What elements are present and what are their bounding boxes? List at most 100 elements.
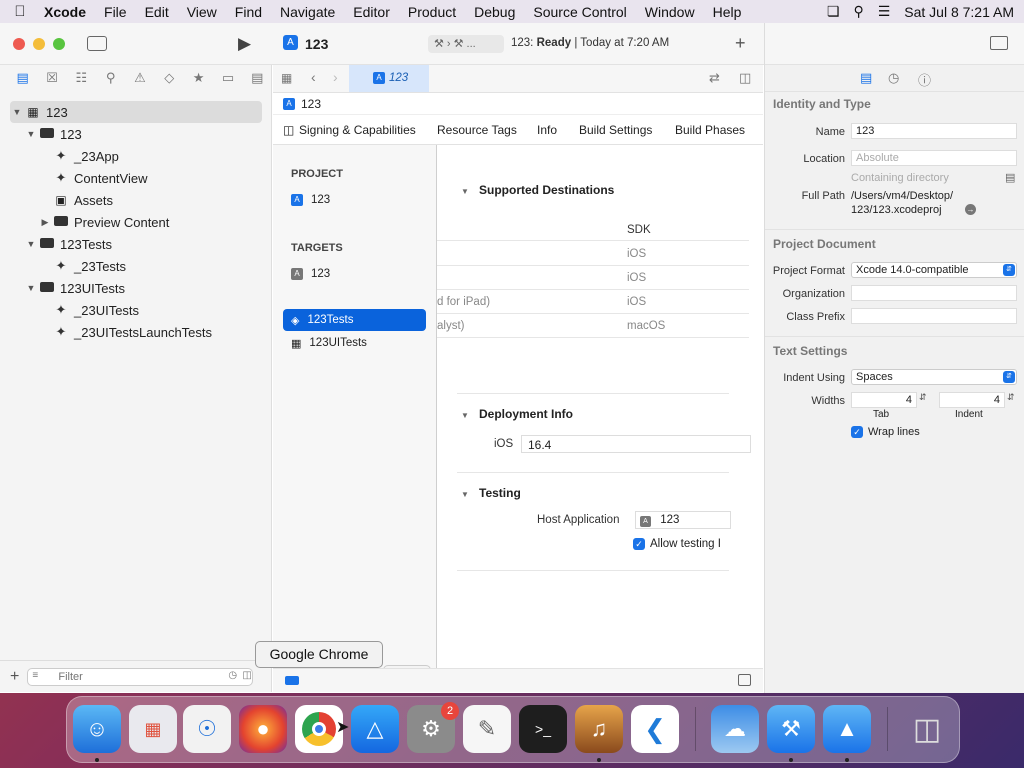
menu-navigate[interactable]: Navigate [271,4,344,20]
tab-info[interactable]: Info [537,123,557,137]
help-inspector-icon[interactable]: ⓘ [918,70,931,89]
trash-icon[interactable]: ◫ [903,705,951,753]
textedit-icon[interactable]: ✎ [463,705,511,753]
menu-find[interactable]: Find [226,4,271,20]
menu-help[interactable]: Help [704,4,751,20]
add-file-icon[interactable]: + [10,668,19,686]
weather-icon[interactable]: ☁ [711,705,759,753]
panel-toggle-icon[interactable]: ◫ [283,123,294,137]
safari-icon[interactable]: ☉ [183,705,231,753]
symbol-navigator-icon[interactable]: ☷ [67,70,96,86]
xcode-icon[interactable]: ⚒ [767,705,815,753]
indent-width-field[interactable]: 4 [939,392,1005,408]
toolbar-project-name[interactable]: 123 [305,36,328,52]
filter-input[interactable] [58,669,199,684]
menu-edit[interactable]: Edit [136,4,178,20]
menu-product[interactable]: Product [399,4,465,20]
editor-tab-123[interactable]: A 123 [349,65,429,92]
run-button-icon[interactable]: ▶ [238,34,251,54]
add-icon[interactable]: + [735,33,746,54]
report-navigator-icon[interactable]: ▤ [243,70,272,86]
tab-width-stepper-icon[interactable]: ⇵ [919,392,927,403]
recent-files-icon[interactable]: ◷ [228,670,237,681]
garageband-icon[interactable]: ♫ [575,705,623,753]
tree-row-file[interactable]: ✦ ContentView [10,167,262,189]
issue-navigator-icon[interactable]: ⚠ [125,70,154,86]
target-app[interactable]: A 123 [283,263,426,285]
disclosure-icon[interactable]: ▼ [24,283,38,293]
project-format-popup[interactable]: Xcode 14.0-compatible ⇵ [851,262,1017,278]
tree-row-file[interactable]: ✦ _23Tests [10,255,262,277]
history-inspector-icon[interactable]: ◷ [888,70,899,86]
jumpbar-label[interactable]: 123 [301,97,321,111]
launchpad-icon[interactable]: ▦ [129,705,177,753]
location-popup[interactable]: Absolute [851,150,1017,166]
tab-signing-capabilities[interactable]: Signing & Capabilities [299,123,416,137]
control-center-icon[interactable]: ☰ [878,3,891,20]
class-prefix-field[interactable] [851,308,1017,324]
menu-debug[interactable]: Debug [465,4,524,20]
filter-options-icon[interactable]: ≡ [32,670,38,681]
debug-navigator-icon[interactable]: ★ [184,70,213,86]
menu-app-name[interactable]: Xcode [40,4,95,20]
tab-build-phases[interactable]: Build Phases [675,123,745,137]
testing-header[interactable]: ▼ Testing [461,486,521,500]
menubar-clock[interactable]: Sat Jul 8 7:21 AM [904,4,1014,20]
file-inspector-icon[interactable]: ▤ [860,70,872,86]
apple-menu-icon[interactable]:  [0,3,40,20]
zoom-button[interactable] [53,38,65,50]
menu-window[interactable]: Window [636,4,704,20]
disclosure-icon[interactable]: ▼ [24,239,38,249]
menu-file[interactable]: File [95,4,136,20]
reveal-in-finder-icon[interactable]: → [965,204,976,215]
simulator-icon[interactable]: ▲ [823,705,871,753]
tree-row-file[interactable]: ✦ _23UITests [10,299,262,321]
tab-build-settings[interactable]: Build Settings [579,123,652,137]
target-tests[interactable]: ◈ 123Tests [283,309,426,331]
vscode-icon[interactable]: ❮ [631,705,679,753]
menu-editor[interactable]: Editor [344,4,399,20]
tree-row-file[interactable]: ✦ _23App [10,145,262,167]
tab-width-field[interactable]: 4 [851,392,917,408]
back-arrow-icon[interactable]: ‹ [311,69,316,85]
tree-row-project[interactable]: ▼ ▦ 123 [10,101,262,123]
finder-icon[interactable]: ☺ [73,705,121,753]
name-field[interactable]: 123 [851,123,1017,139]
host-application-popup[interactable]: A 123 [635,511,731,529]
app-store-icon[interactable]: △ [351,705,399,753]
breakpoints-toggle-icon[interactable] [285,676,299,685]
sidebar-toggle-icon[interactable] [87,36,107,51]
find-navigator-icon[interactable]: ⚲ [96,70,125,86]
close-button[interactable] [13,38,25,50]
window-switch-icon[interactable]: ❏ [827,3,840,20]
grid-icon[interactable]: ▦ [281,71,292,85]
organization-field[interactable] [851,285,1017,301]
tree-row-folder[interactable]: ▶ Preview Content [10,211,262,233]
split-editor-icon[interactable]: ◫ [739,70,751,86]
test-navigator-icon[interactable]: ◇ [155,70,184,86]
tree-row-file[interactable]: ▣ Assets [10,189,262,211]
target-uitests[interactable]: ▦ 123UITests [283,332,426,354]
disclosure-icon[interactable]: ▼ [10,107,24,117]
disclosure-icon[interactable]: ▼ [24,129,38,139]
menu-source-control[interactable]: Source Control [524,4,635,20]
ios-version-field[interactable]: 16.4 [521,435,751,453]
scheme-selector[interactable]: ⚒ › ⚒ ... [428,35,504,53]
related-items-icon[interactable]: ⇄ [709,70,720,86]
indent-width-stepper-icon[interactable]: ⇵ [1007,392,1015,403]
minimize-button[interactable] [33,38,45,50]
supported-destinations-header[interactable]: ▼ Supported Destinations [461,183,614,197]
tree-row-folder[interactable]: ▼ 123 [10,123,262,145]
tree-row-folder[interactable]: ▼ 123Tests [10,233,262,255]
source-control-navigator-icon[interactable]: ☒ [37,70,66,86]
scm-filter-icon[interactable]: ◫ [242,670,251,681]
terminal-icon[interactable]: >_ [519,705,567,753]
firefox-icon[interactable]: ● [239,705,287,753]
menu-view[interactable]: View [178,4,226,20]
breakpoint-navigator-icon[interactable]: ▭ [213,70,242,86]
spotlight-search-icon[interactable]: ⚲ [853,3,863,20]
allow-testing-checkbox[interactable]: ✓ Allow testing I [633,538,721,550]
disclosure-closed-icon[interactable]: ▶ [38,217,52,228]
forward-arrow-icon[interactable]: › [333,69,338,85]
jump-bar[interactable]: A 123 [273,93,763,115]
